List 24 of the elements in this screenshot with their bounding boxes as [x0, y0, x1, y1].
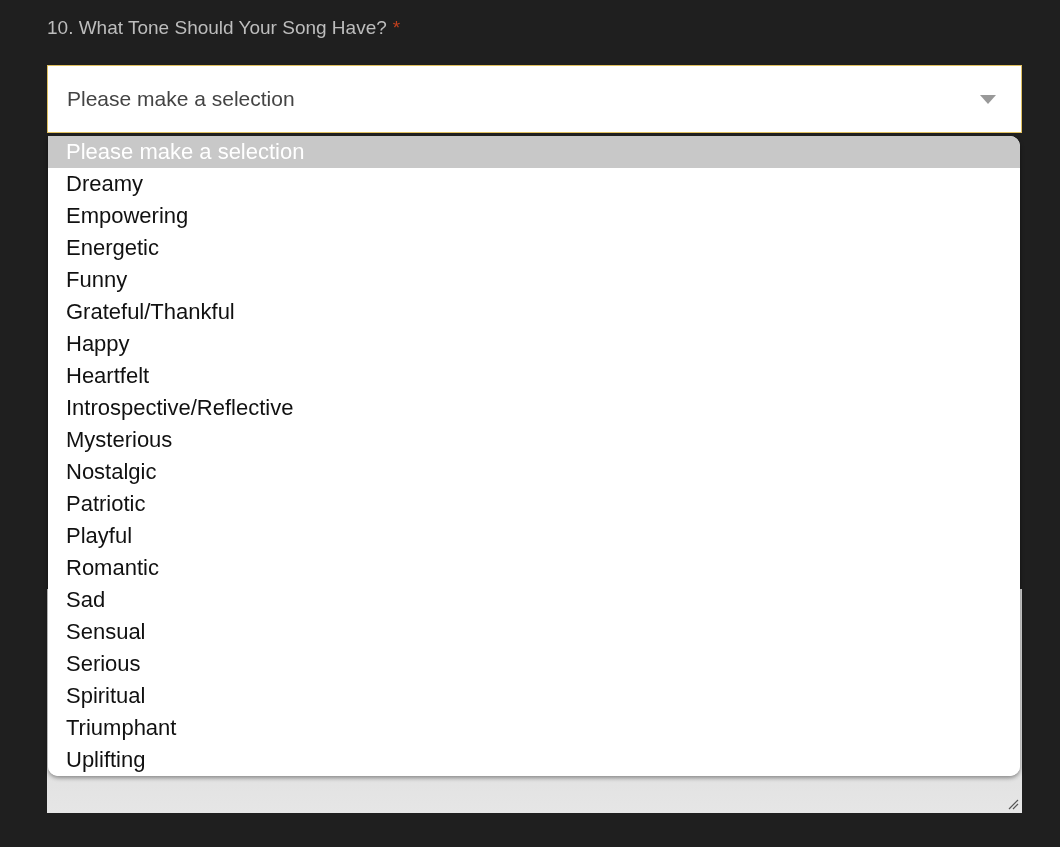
caret-icon — [980, 94, 996, 104]
dropdown-option[interactable]: Romantic — [48, 552, 1020, 584]
dropdown-option[interactable]: Funny — [48, 264, 1020, 296]
dropdown-option[interactable]: Dreamy — [48, 168, 1020, 200]
resize-handle-icon[interactable] — [1008, 799, 1019, 810]
dropdown-option[interactable]: Nostalgic — [48, 456, 1020, 488]
dropdown-option[interactable]: Serious — [48, 648, 1020, 680]
dropdown-option[interactable]: Mysterious — [48, 424, 1020, 456]
dropdown-option[interactable]: Playful — [48, 520, 1020, 552]
dropdown-option[interactable]: Energetic — [48, 232, 1020, 264]
dropdown-option[interactable]: Introspective/Reflective — [48, 392, 1020, 424]
dropdown-option[interactable]: Patriotic — [48, 488, 1020, 520]
dropdown-option[interactable]: Empowering — [48, 200, 1020, 232]
dropdown-option[interactable]: Sensual — [48, 616, 1020, 648]
dropdown-select[interactable]: Please make a selection — [47, 65, 1022, 133]
dropdown-option[interactable]: Sad — [48, 584, 1020, 616]
dropdown-option[interactable]: Uplifting — [48, 744, 1020, 776]
dropdown-option[interactable]: Heartfelt — [48, 360, 1020, 392]
dropdown-option[interactable]: Spiritual — [48, 680, 1020, 712]
question-label: 10. What Tone Should Your Song Have? — [47, 15, 387, 40]
dropdown-option[interactable]: Happy — [48, 328, 1020, 360]
dropdown-option[interactable]: Triumphant — [48, 712, 1020, 744]
dropdown-option[interactable]: Grateful/Thankful — [48, 296, 1020, 328]
required-asterisk: * — [392, 15, 401, 40]
